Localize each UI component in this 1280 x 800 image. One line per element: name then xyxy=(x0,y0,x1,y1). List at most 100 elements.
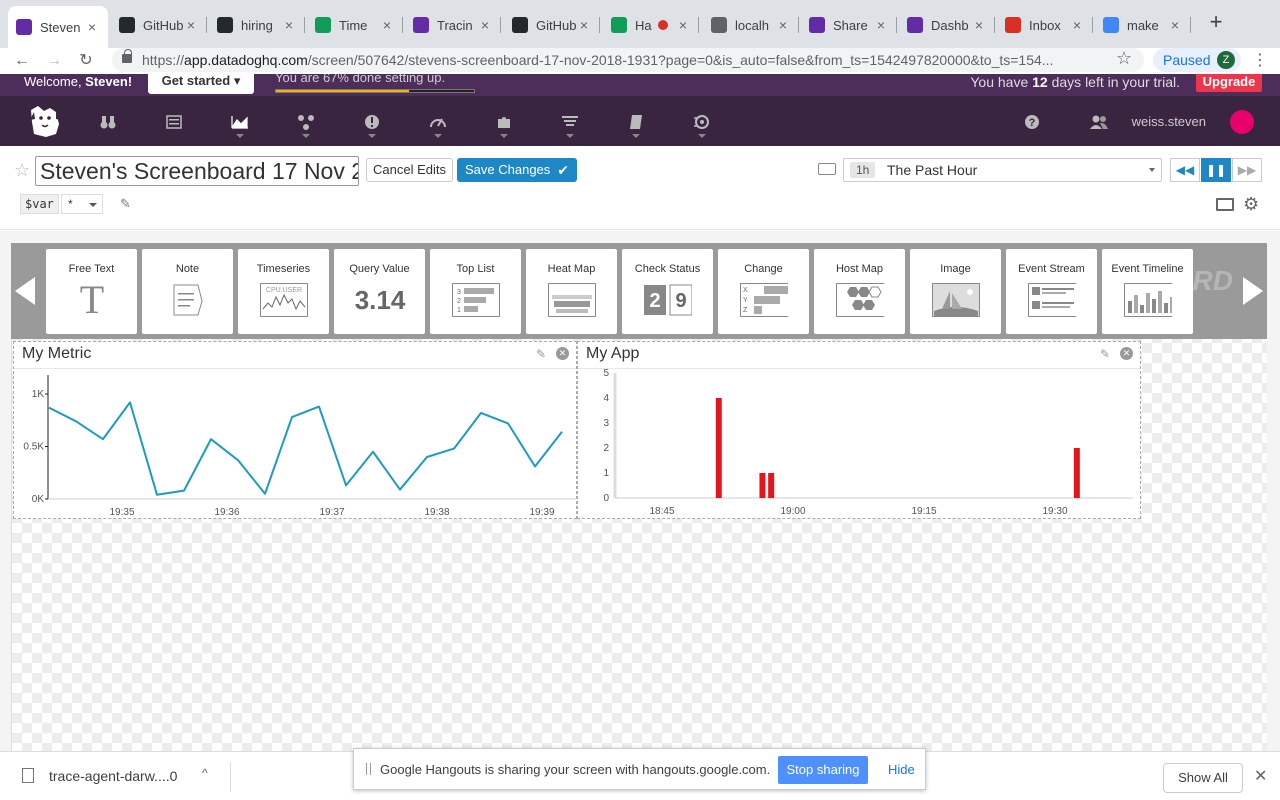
dashboard-chart-icon[interactable] xyxy=(228,110,252,134)
widget-tile-change[interactable]: Change X Y Z xyxy=(718,249,809,334)
save-changes-button[interactable]: Save Changes ✔ xyxy=(457,158,577,182)
synthetics-icon[interactable] xyxy=(690,110,714,134)
widget-tile-query-value[interactable]: Query Value 3.14 xyxy=(334,249,425,334)
browser-tab[interactable]: Dashb × xyxy=(899,8,995,42)
x-tick-label: 18:45 xyxy=(649,506,674,517)
close-tab-icon[interactable]: × xyxy=(379,17,395,33)
browser-tab[interactable]: Share × xyxy=(801,8,897,42)
close-icon[interactable]: ✕ xyxy=(556,347,569,360)
main-nav: ? weiss.steven xyxy=(0,96,1280,146)
forward-icon[interactable]: → xyxy=(42,50,66,72)
widget-tile-event-timeline[interactable]: Event Timeline xyxy=(1102,249,1193,334)
widget-tile-host-map[interactable]: Host Map xyxy=(814,249,905,334)
bookmark-star-icon[interactable]: ☆ xyxy=(1116,48,1132,69)
get-started-label: Get started xyxy=(161,74,231,88)
widget-my-metric[interactable]: My Metric ✎ ✕ 0K 0.5K 1K 19:35 19:36 19:37 19:… xyxy=(13,341,577,519)
widget-tile-image[interactable]: Image xyxy=(910,249,1001,334)
browser-tab[interactable]: hiring × xyxy=(209,8,305,42)
timeframe-label: The Past Hour xyxy=(887,162,978,178)
tab-separator xyxy=(304,17,305,33)
browser-tab[interactable]: GitHub × xyxy=(504,8,600,42)
widget-tile-heat-map[interactable]: Heat Map xyxy=(526,249,617,334)
integrations-icon[interactable] xyxy=(294,110,318,134)
widget-tile-label: Note xyxy=(175,263,200,275)
close-tab-icon[interactable]: × xyxy=(477,17,493,33)
close-icon[interactable]: ✕ xyxy=(1254,766,1267,786)
notebook-icon[interactable] xyxy=(624,110,648,134)
close-tab-icon[interactable]: × xyxy=(675,17,691,33)
puzzle-icon[interactable] xyxy=(492,110,516,134)
close-tab-icon[interactable]: × xyxy=(183,17,199,33)
user-avatar[interactable] xyxy=(1230,110,1254,134)
address-bar[interactable]: https://app.datadoghq.com/screen/507642/… xyxy=(112,48,1144,72)
datadog-logo[interactable] xyxy=(26,102,64,140)
tray-left-arrow-icon[interactable] xyxy=(15,277,35,305)
widget-tile-timeseries[interactable]: Timeseries CPU.USER xyxy=(238,249,329,334)
widget-my-app[interactable]: My App ✎ ✕ 0 1 2 3 4 5 18:45 19:00 19:15 19:30 xyxy=(577,341,1141,519)
close-tab-icon[interactable]: × xyxy=(1069,17,1085,33)
tv-mode-icon[interactable] xyxy=(1216,198,1234,211)
svg-text:2: 2 xyxy=(649,290,660,312)
browser-tab[interactable]: localh × xyxy=(703,8,799,42)
widget-tile-free-text[interactable]: Free Text T xyxy=(46,249,137,334)
close-tab-icon[interactable]: × xyxy=(873,17,889,33)
favorite-star-icon[interactable]: ☆ xyxy=(14,160,30,181)
browser-menu-icon[interactable]: ⋮ xyxy=(1252,50,1268,70)
logs-icon[interactable] xyxy=(558,110,582,134)
pencil-icon[interactable]: ✎ xyxy=(1100,347,1110,361)
drag-handle-icon[interactable] xyxy=(366,763,371,775)
close-tab-icon[interactable]: × xyxy=(84,19,100,35)
gear-icon[interactable]: ⚙ xyxy=(1243,194,1259,215)
profile-avatar: Z xyxy=(1217,51,1235,69)
browser-tab[interactable]: Steven × xyxy=(8,6,108,48)
sync-paused-button[interactable]: Paused Z xyxy=(1153,48,1241,72)
download-item[interactable]: trace-agent-darw....0 ^ xyxy=(18,766,233,788)
pause-button[interactable]: ❚❚ xyxy=(1201,158,1231,182)
close-tab-icon[interactable]: × xyxy=(1167,17,1183,33)
close-tab-icon[interactable]: × xyxy=(971,17,987,33)
stop-sharing-button[interactable]: Stop sharing xyxy=(778,756,868,784)
pencil-icon[interactable]: ✎ xyxy=(536,347,546,361)
help-icon[interactable]: ? xyxy=(1020,110,1044,134)
board-title-input[interactable]: Steven's Screenboard 17 Nov 2018 19:31 xyxy=(35,156,359,186)
show-all-button[interactable]: Show All xyxy=(1163,763,1243,793)
new-tab-icon[interactable]: + xyxy=(1205,11,1227,34)
close-tab-icon[interactable]: × xyxy=(775,17,791,33)
apm-gauge-icon[interactable] xyxy=(426,110,450,134)
widget-tile-event-stream[interactable]: Event Stream xyxy=(1006,249,1097,334)
widget-tile-top-list[interactable]: Top List 3 2 1 xyxy=(430,249,521,334)
trial-suffix: days left in your trial. xyxy=(1047,74,1180,90)
browser-tab[interactable]: make × xyxy=(1095,8,1191,42)
hide-link[interactable]: Hide xyxy=(888,762,915,777)
pencil-icon[interactable]: ✎ xyxy=(120,196,131,212)
reload-icon[interactable]: ↻ xyxy=(74,50,98,72)
timeframe-select[interactable]: 1h The Past Hour xyxy=(843,158,1162,182)
team-icon[interactable] xyxy=(1087,110,1111,134)
browser-tab[interactable]: Tracin × xyxy=(405,8,501,42)
fast-forward-button[interactable]: ▶▶ xyxy=(1232,158,1262,182)
rewind-button[interactable]: ◀◀ xyxy=(1170,158,1200,182)
monitors-icon[interactable] xyxy=(360,110,384,134)
close-icon[interactable]: ✕ xyxy=(1120,347,1133,360)
user-name[interactable]: weiss.steven xyxy=(1132,114,1206,129)
close-tab-icon[interactable]: × xyxy=(576,17,592,33)
browser-tab[interactable]: Time × xyxy=(307,8,403,42)
widget-tile-note[interactable]: Note xyxy=(142,249,233,334)
sheets-icon xyxy=(315,17,331,33)
widget-tile-check-status[interactable]: Check Status 2 9 xyxy=(622,249,713,334)
chevron-up-icon[interactable]: ^ xyxy=(202,766,208,780)
browser-tab[interactable]: Ha × xyxy=(603,8,699,42)
browser-tab[interactable]: GitHub × xyxy=(111,8,207,42)
cancel-edits-button[interactable]: Cancel Edits xyxy=(366,158,453,182)
get-started-button[interactable]: Get started ▾ xyxy=(148,74,254,94)
download-file-name: trace-agent-darw....0 xyxy=(49,768,178,784)
keyboard-icon[interactable] xyxy=(818,163,836,175)
upgrade-button[interactable]: Upgrade xyxy=(1196,74,1262,92)
browser-tab[interactable]: Inbox × xyxy=(997,8,1093,42)
template-var-select[interactable]: * xyxy=(61,194,103,214)
close-tab-icon[interactable]: × xyxy=(281,17,297,33)
back-icon[interactable]: ← xyxy=(10,50,34,72)
tray-right-arrow-icon[interactable] xyxy=(1243,277,1263,305)
binoculars-icon[interactable] xyxy=(96,110,120,134)
list-icon[interactable] xyxy=(162,110,186,134)
